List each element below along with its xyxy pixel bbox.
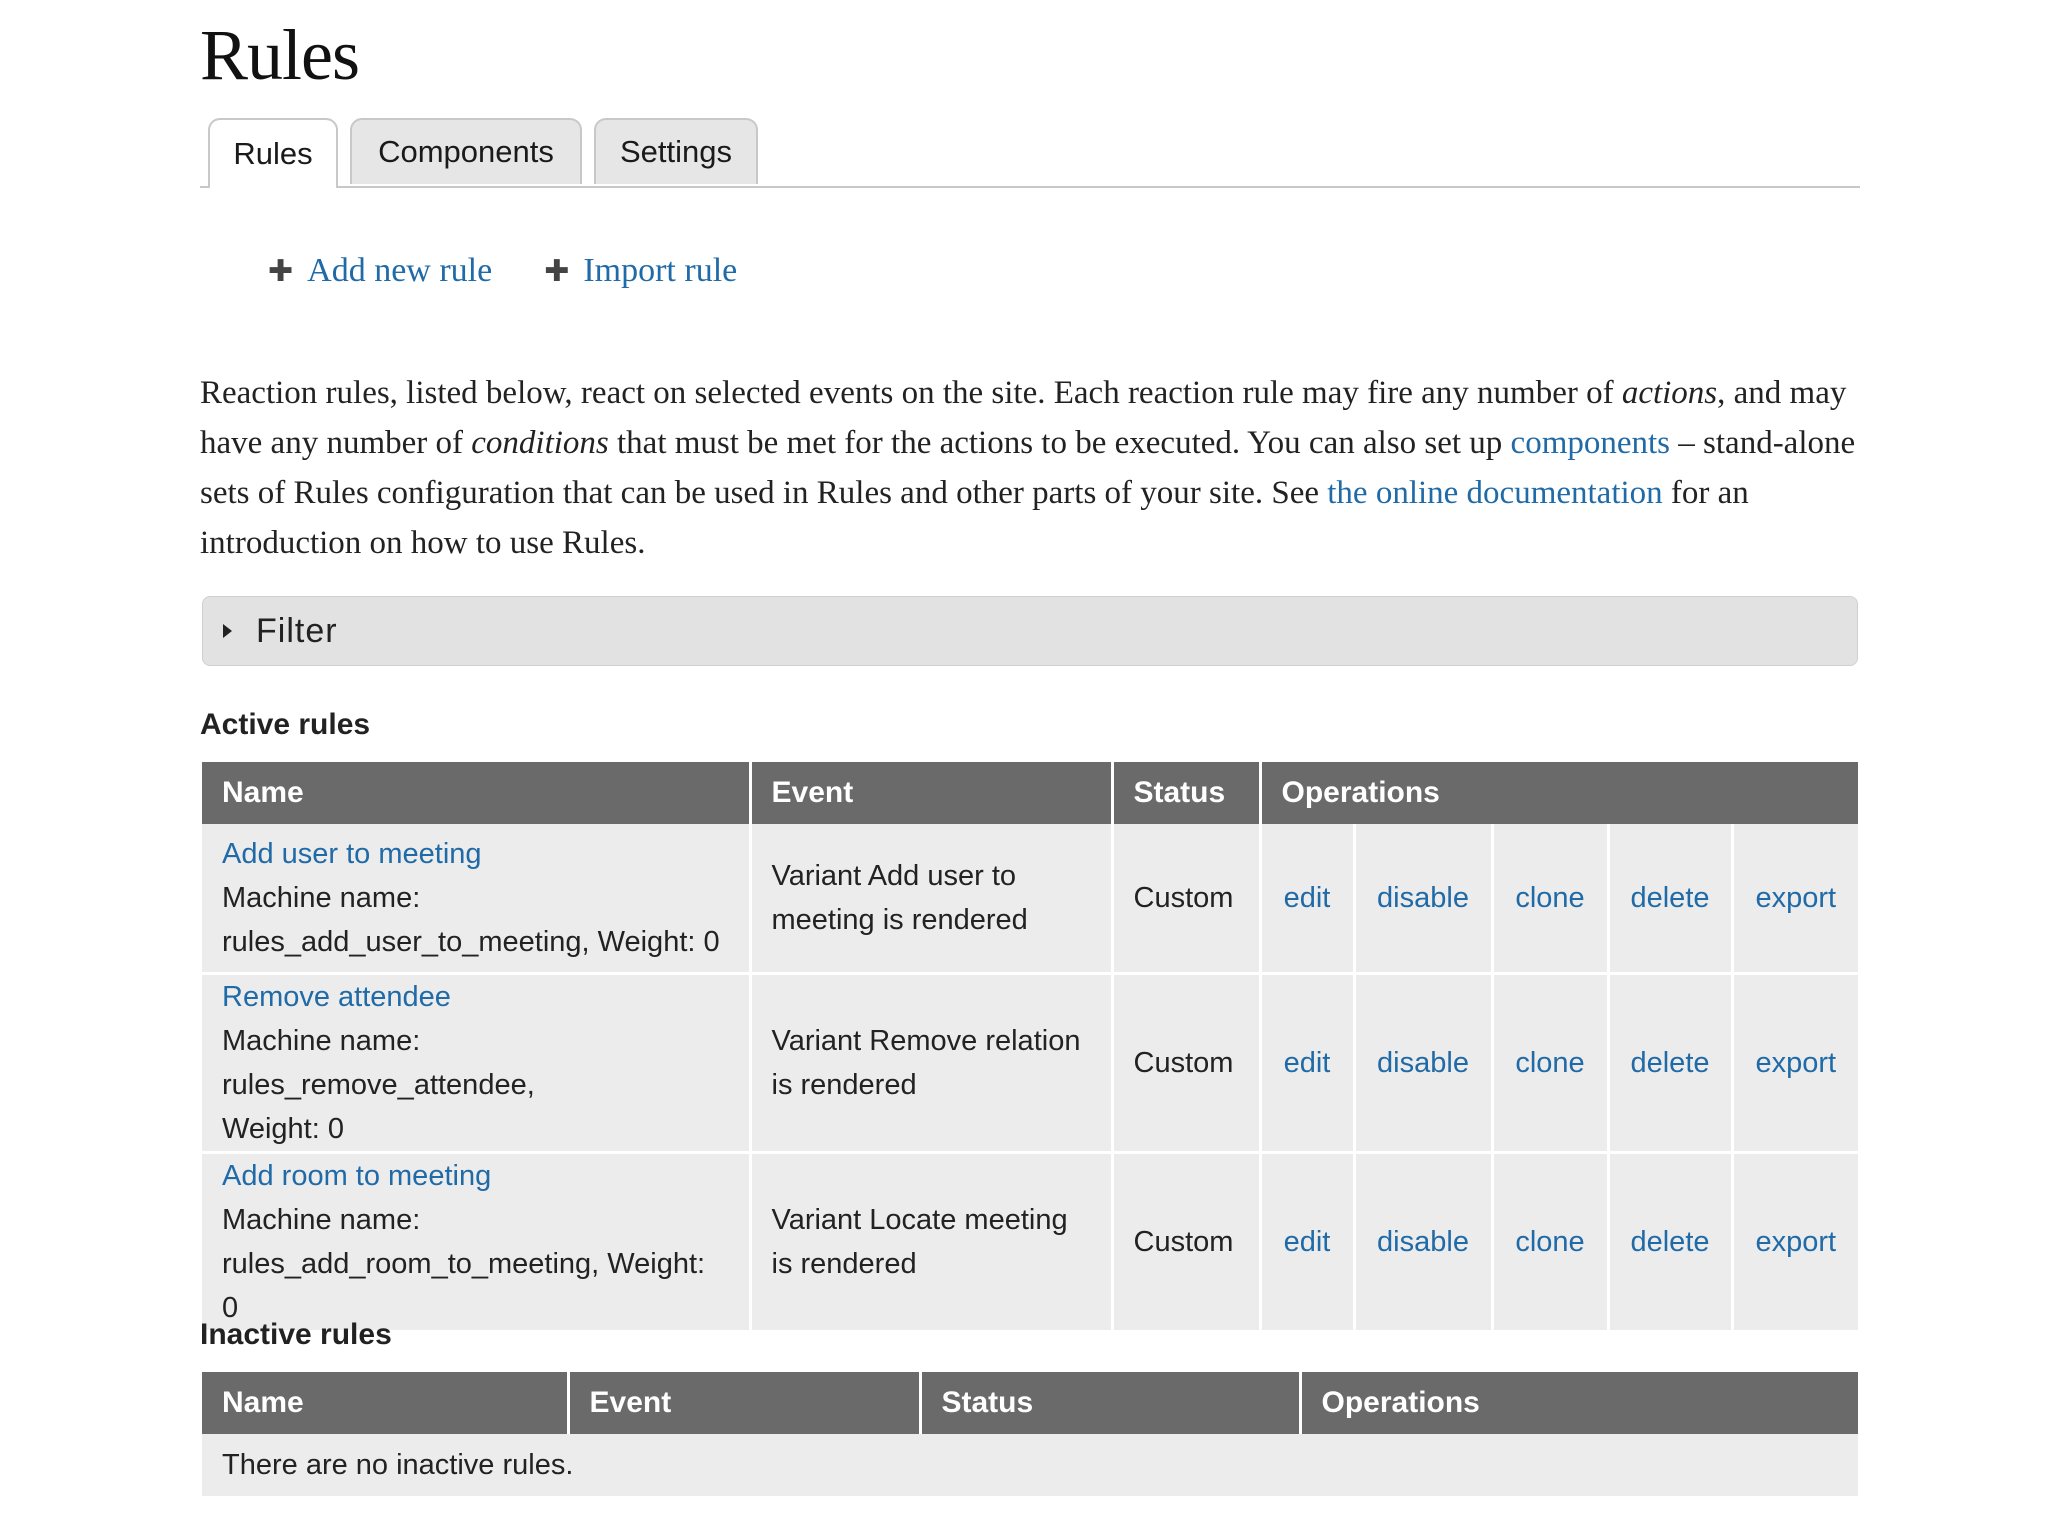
- intro-part1: Reaction rules, listed below, react on s…: [200, 375, 1622, 411]
- active-rules-table: Name Event Status Operations Add user to…: [202, 762, 1859, 1333]
- op-cell: disable: [1354, 824, 1494, 975]
- tab-rules-label: Rules: [233, 136, 313, 171]
- intro-actions-word: actions: [1621, 375, 1718, 411]
- op-cell: disable: [1354, 1152, 1494, 1333]
- op-cell: export: [1732, 973, 1859, 1154]
- table-row: Add room to meeting Machine name: rules_…: [202, 1152, 1859, 1333]
- header-status: Status: [920, 1372, 1302, 1434]
- online-documentation-link[interactable]: the online documentation: [1327, 475, 1662, 511]
- machine-name-text: Weight: 0: [222, 1113, 344, 1145]
- header-name: Name: [202, 762, 752, 824]
- inactive-rules-title: Inactive rules: [200, 1318, 392, 1351]
- op-cell: edit: [1260, 973, 1356, 1154]
- table-row: Add user to meeting Machine name: rules_…: [202, 824, 1859, 975]
- event-cell: Variant Add user to meeting is rendered: [750, 824, 1114, 975]
- disable-link[interactable]: disable: [1377, 1047, 1469, 1079]
- tab-settings-label: Settings: [619, 134, 732, 169]
- op-cell: export: [1732, 824, 1859, 975]
- empty-message: There are no inactive rules.: [202, 1434, 1858, 1496]
- intro-conditions-word: conditions: [471, 425, 609, 461]
- clone-link[interactable]: clone: [1515, 882, 1584, 914]
- op-cell: delete: [1608, 824, 1734, 975]
- export-link[interactable]: export: [1755, 882, 1836, 914]
- plus-icon: ✚: [268, 253, 294, 289]
- header-status: Status: [1112, 762, 1262, 824]
- inactive-rules-table: Name Event Status Operations There are n…: [202, 1372, 1858, 1496]
- machine-name-text: Machine name: rules_remove_attendee,: [222, 1025, 535, 1101]
- delete-link[interactable]: delete: [1630, 1047, 1709, 1079]
- collapse-triangle-icon: [223, 624, 232, 638]
- rule-name-link[interactable]: Remove attendee: [222, 975, 729, 1019]
- op-cell: delete: [1608, 973, 1734, 1154]
- disable-link[interactable]: disable: [1377, 882, 1469, 914]
- op-cell: edit: [1260, 1152, 1356, 1333]
- machine-name-text: rules_add_room_to_meeting, Weight: 0: [222, 1248, 706, 1324]
- tab-bar: Rules Components Settings: [200, 118, 1860, 188]
- action-links: ✚ Add new rule ✚ Import rule: [268, 252, 737, 290]
- intro-part3: that must be met for the actions to be e…: [608, 425, 1511, 461]
- filter-label: Filter: [256, 611, 338, 650]
- status-cell: Custom: [1112, 973, 1262, 1154]
- import-rule-link[interactable]: ✚ Import rule: [544, 252, 737, 290]
- table-row: Remove attendee Machine name: rules_remo…: [202, 973, 1859, 1154]
- clone-link[interactable]: clone: [1515, 1226, 1584, 1258]
- page-title: Rules: [200, 15, 360, 95]
- export-link[interactable]: export: [1755, 1047, 1836, 1079]
- active-rules-title: Active rules: [200, 708, 371, 741]
- rule-name-cell: Add user to meeting Machine name: rules_…: [202, 824, 752, 975]
- edit-link[interactable]: edit: [1284, 882, 1331, 914]
- export-link[interactable]: export: [1755, 1226, 1836, 1258]
- machine-name-text: Machine name:: [222, 882, 421, 914]
- op-cell: clone: [1492, 1152, 1610, 1333]
- header-event: Event: [568, 1372, 922, 1434]
- machine-name-text: rules_add_user_to_meeting, Weight: 0: [222, 926, 720, 958]
- header-operations: Operations: [1300, 1372, 1858, 1434]
- status-cell: Custom: [1112, 1152, 1262, 1333]
- rule-name-link[interactable]: Add room to meeting: [222, 1154, 729, 1198]
- event-cell: Variant Remove relation is rendered: [750, 973, 1114, 1154]
- table-row: There are no inactive rules.: [202, 1434, 1858, 1496]
- edit-link[interactable]: edit: [1284, 1047, 1331, 1079]
- op-cell: disable: [1354, 973, 1494, 1154]
- machine-name-text: Machine name:: [222, 1204, 421, 1236]
- rule-name-link[interactable]: Add user to meeting: [222, 832, 729, 876]
- header-operations: Operations: [1260, 762, 1859, 824]
- filter-fieldset-toggle[interactable]: Filter: [202, 596, 1858, 666]
- table-header-row: Name Event Status Operations: [202, 1372, 1858, 1434]
- status-cell: Custom: [1112, 824, 1262, 975]
- op-cell: clone: [1492, 973, 1610, 1154]
- rule-name-cell: Add room to meeting Machine name: rules_…: [202, 1152, 752, 1333]
- header-event: Event: [750, 762, 1114, 824]
- event-cell: Variant Locate meeting is rendered: [750, 1152, 1114, 1333]
- op-cell: clone: [1492, 824, 1610, 975]
- add-new-rule-link[interactable]: ✚ Add new rule: [268, 252, 492, 290]
- disable-link[interactable]: disable: [1377, 1226, 1469, 1258]
- delete-link[interactable]: delete: [1630, 882, 1709, 914]
- tab-settings[interactable]: Settings: [594, 118, 758, 184]
- components-link[interactable]: components: [1511, 425, 1670, 461]
- delete-link[interactable]: delete: [1630, 1226, 1709, 1258]
- table-header-row: Name Event Status Operations: [202, 762, 1859, 824]
- tab-rules[interactable]: Rules: [208, 118, 338, 188]
- rule-name-cell: Remove attendee Machine name: rules_remo…: [202, 973, 752, 1154]
- import-rule-label: Import rule: [583, 252, 738, 289]
- op-cell: edit: [1260, 824, 1356, 975]
- clone-link[interactable]: clone: [1515, 1047, 1584, 1079]
- op-cell: export: [1732, 1152, 1859, 1333]
- op-cell: delete: [1608, 1152, 1734, 1333]
- tab-components-label: Components: [378, 134, 554, 169]
- intro-text: Reaction rules, listed below, react on s…: [200, 368, 1860, 568]
- add-new-rule-label: Add new rule: [307, 252, 493, 289]
- edit-link[interactable]: edit: [1284, 1226, 1331, 1258]
- plus-icon: ✚: [544, 253, 570, 289]
- header-name: Name: [202, 1372, 570, 1434]
- tab-components[interactable]: Components: [350, 118, 582, 184]
